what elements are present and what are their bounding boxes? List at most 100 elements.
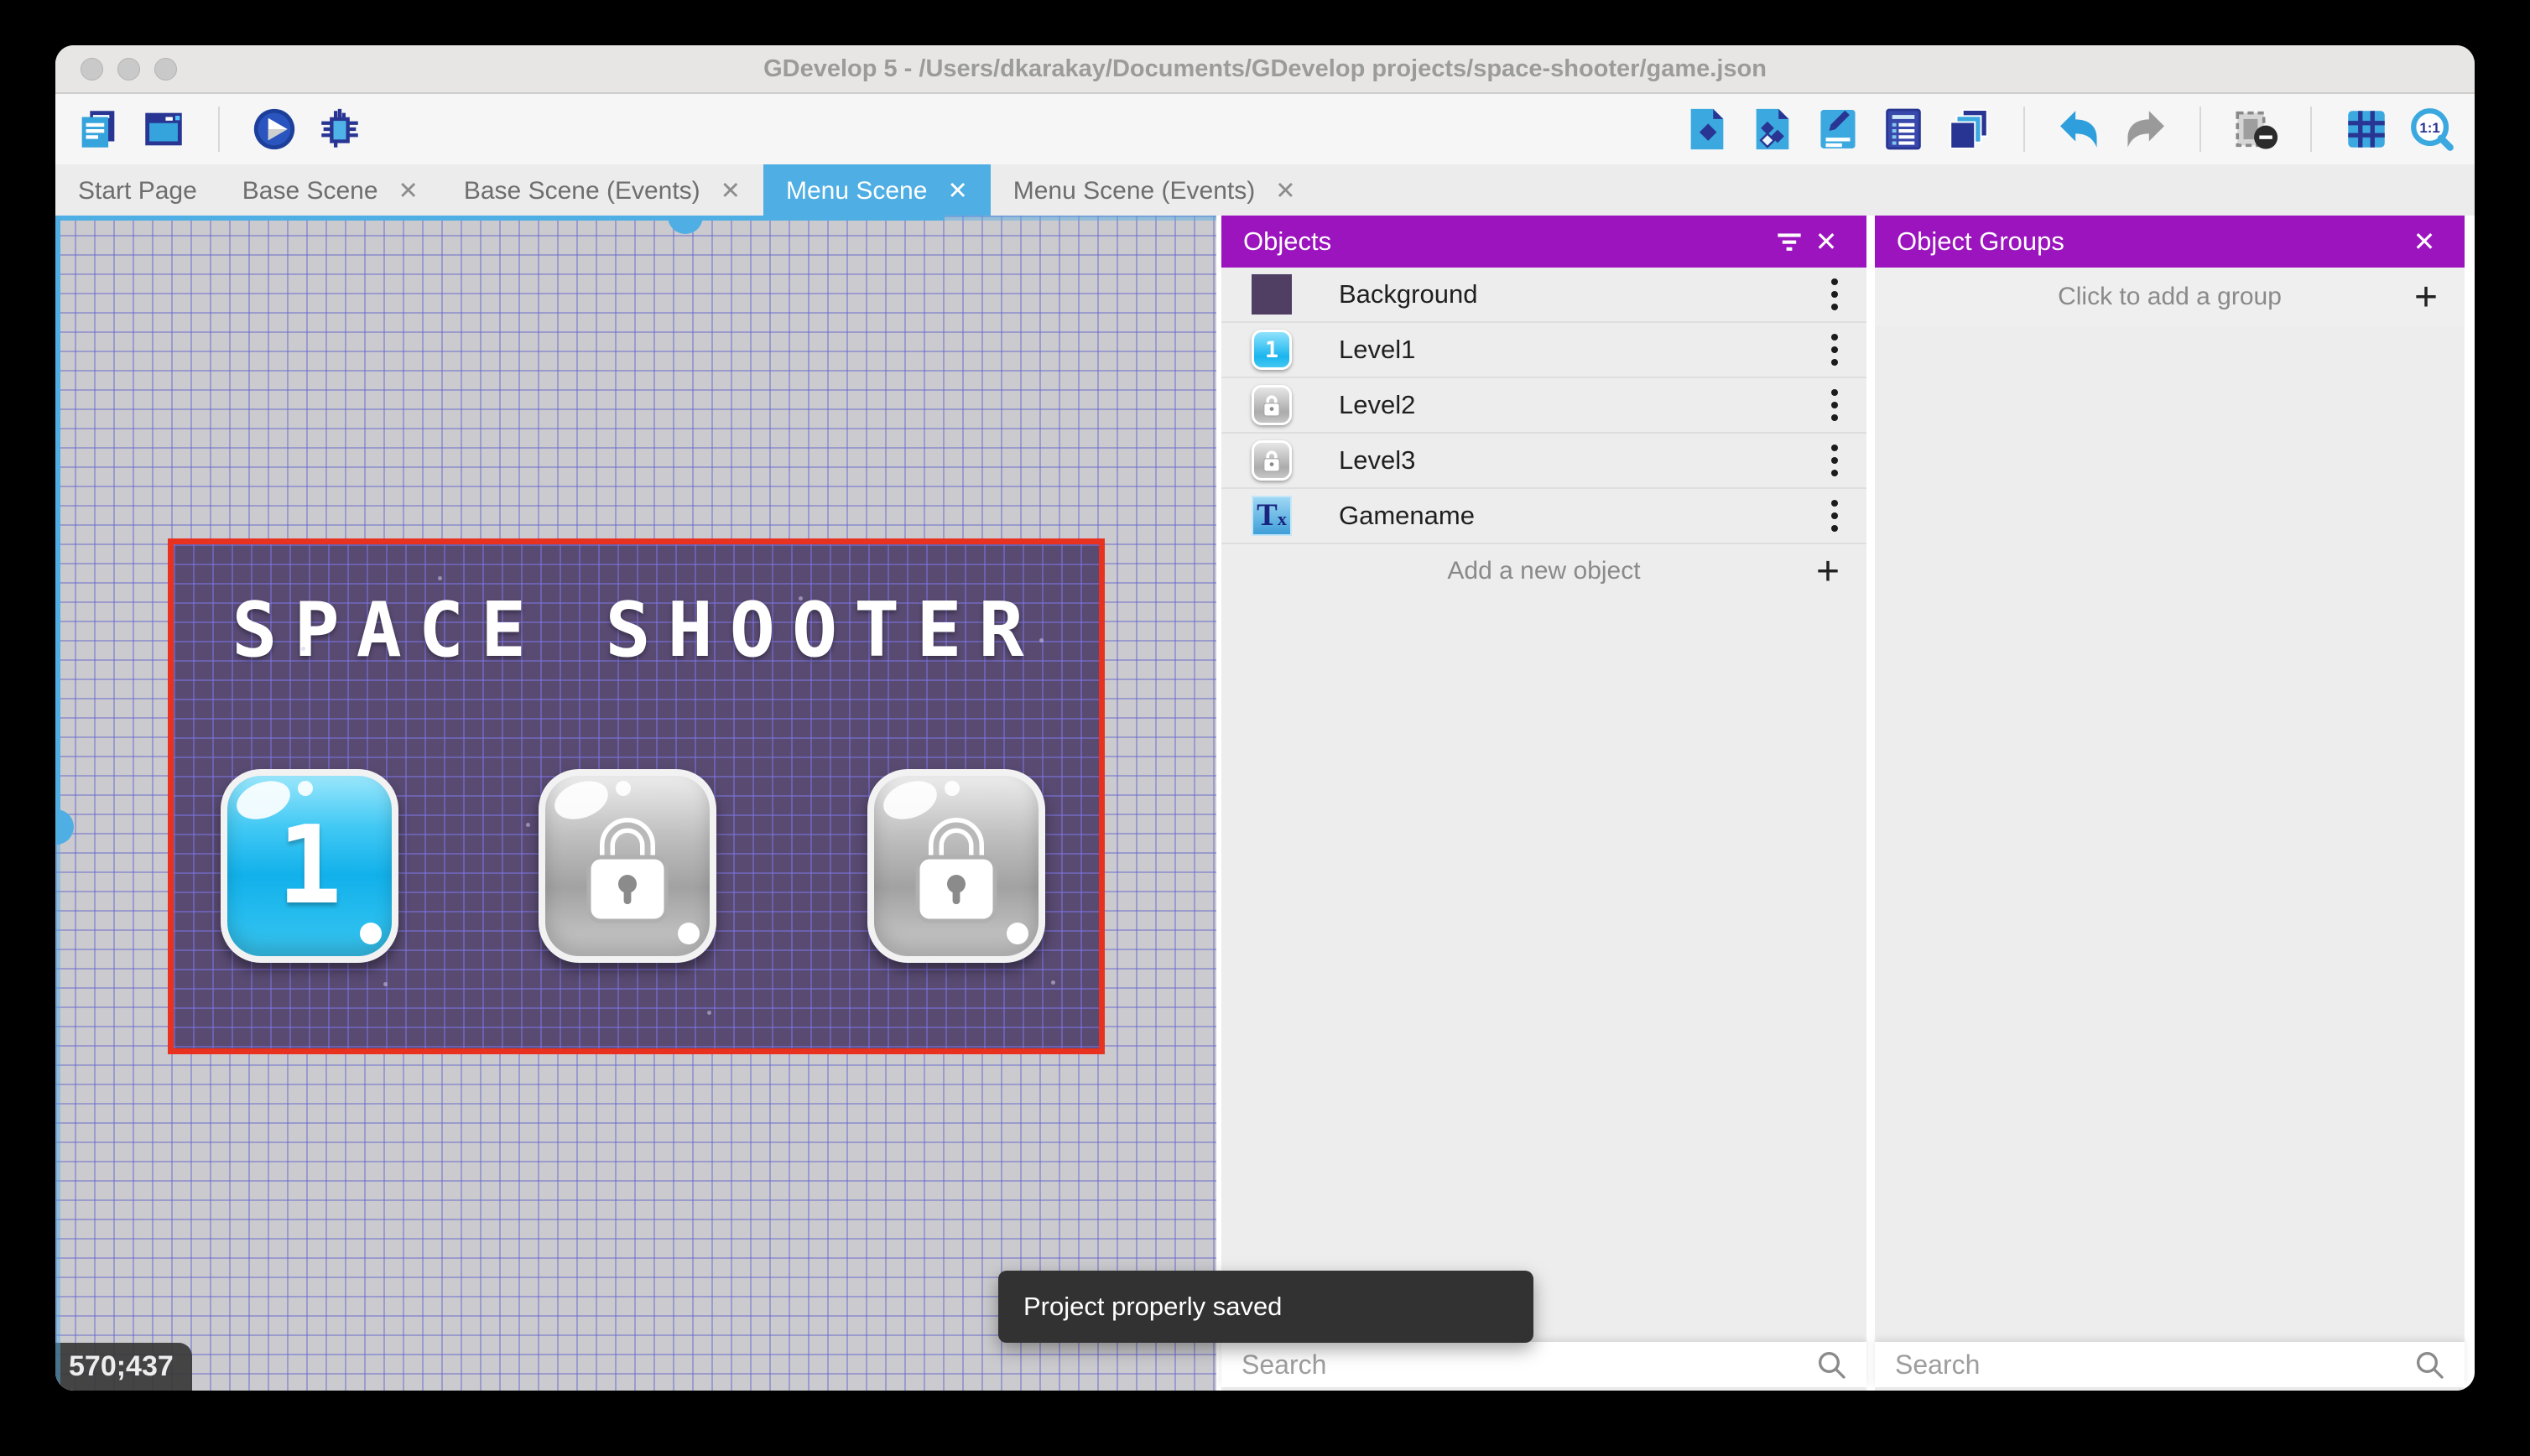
object-menu-icon[interactable] bbox=[1819, 273, 1850, 315]
instances-list-icon[interactable] bbox=[1879, 105, 1928, 153]
toolbar-separator bbox=[2023, 107, 2025, 152]
level2-locked-button-instance[interactable] bbox=[539, 769, 716, 963]
object-name: Background bbox=[1339, 279, 1478, 309]
play-icon[interactable] bbox=[250, 105, 299, 153]
traffic-lights bbox=[81, 58, 177, 81]
plus-icon: + bbox=[1815, 549, 1840, 594]
close-tab-icon[interactable]: ✕ bbox=[398, 176, 419, 205]
object-row-level1[interactable]: 1 Level1 bbox=[1221, 323, 1866, 378]
scene-window-selection[interactable]: SPACE SHOOTER 1 bbox=[168, 538, 1105, 1054]
toolbar-separator bbox=[2310, 107, 2312, 152]
star-decoration bbox=[1039, 638, 1044, 642]
object-row-level2[interactable]: Level2 bbox=[1221, 378, 1866, 434]
padlock-icon bbox=[545, 776, 710, 956]
plus-icon: + bbox=[2413, 274, 2438, 320]
close-panel-icon[interactable]: ✕ bbox=[2406, 226, 2443, 257]
filter-icon[interactable] bbox=[1771, 223, 1808, 260]
locked-button-thumbnail bbox=[1252, 440, 1292, 481]
close-tab-icon[interactable]: ✕ bbox=[1275, 176, 1295, 205]
toolbar-left-group bbox=[74, 105, 364, 153]
objects-panel-icon[interactable] bbox=[1683, 105, 1731, 153]
star-decoration bbox=[707, 1011, 711, 1015]
main-area: SPACE SHOOTER 1 570;437 Objects ✕ Backgr… bbox=[55, 216, 2475, 1391]
search-icon bbox=[1814, 1348, 1848, 1381]
object-name: Level1 bbox=[1339, 335, 1416, 364]
level-number: 1 bbox=[277, 803, 342, 928]
tab-label: Start Page bbox=[78, 176, 197, 205]
level1-button-instance[interactable]: 1 bbox=[221, 769, 398, 963]
level3-locked-button-instance[interactable] bbox=[867, 769, 1045, 963]
object-menu-icon[interactable] bbox=[1819, 495, 1850, 537]
close-tab-icon[interactable]: ✕ bbox=[721, 176, 741, 205]
undo-icon[interactable] bbox=[2055, 105, 2104, 153]
close-tab-icon[interactable]: ✕ bbox=[947, 176, 967, 205]
canvas-top-scrollbar[interactable] bbox=[55, 216, 945, 221]
object-row-level3[interactable]: Level3 bbox=[1221, 434, 1866, 489]
objects-panel-title: Objects bbox=[1243, 226, 1332, 256]
tab-start-page[interactable]: Start Page bbox=[55, 164, 220, 217]
search-icon bbox=[2413, 1348, 2446, 1381]
object-row-gamename[interactable]: Tx Gamename bbox=[1221, 489, 1866, 544]
tab-label: Base Scene (Events) bbox=[463, 176, 700, 205]
scene-editor-canvas[interactable]: SPACE SHOOTER 1 570;437 bbox=[55, 216, 1216, 1391]
layers-icon[interactable] bbox=[1944, 105, 1993, 153]
app-window: GDevelop 5 - /Users/dkarakay/Documents/G… bbox=[55, 45, 2475, 1391]
canvas-left-scrollbar[interactable] bbox=[55, 216, 60, 845]
add-new-object-button[interactable]: Add a new object + bbox=[1221, 544, 1866, 598]
redo-icon[interactable] bbox=[2121, 105, 2169, 153]
project-manager-icon[interactable] bbox=[74, 105, 122, 153]
object-menu-icon[interactable] bbox=[1819, 439, 1850, 481]
horizontal-scroll-handle[interactable] bbox=[668, 216, 703, 234]
object-name: Gamename bbox=[1339, 501, 1475, 530]
star-decoration bbox=[438, 576, 442, 580]
tab-label: Menu Scene bbox=[785, 176, 928, 205]
tab-menu-scene-events[interactable]: Menu Scene (Events) ✕ bbox=[991, 164, 1319, 217]
close-window-button[interactable] bbox=[81, 58, 103, 81]
star-decoration bbox=[526, 823, 530, 827]
tab-label: Menu Scene (Events) bbox=[1013, 176, 1256, 205]
object-name: Level2 bbox=[1339, 390, 1416, 419]
tab-bar: Start Page Base Scene ✕ Base Scene (Even… bbox=[55, 164, 2475, 217]
window-title: GDevelop 5 - /Users/dkarakay/Documents/G… bbox=[763, 55, 1767, 82]
object-groups-panel-header: Object Groups ✕ bbox=[1875, 216, 2465, 268]
properties-icon[interactable] bbox=[1814, 105, 1862, 153]
toast-message: Project properly saved bbox=[1023, 1292, 1283, 1321]
vertical-scroll-handle[interactable] bbox=[55, 809, 74, 845]
toolbar-right-group: 1:1 bbox=[1683, 105, 2456, 153]
star-decoration bbox=[383, 982, 388, 986]
scene-window-icon[interactable] bbox=[139, 105, 188, 153]
add-group-button[interactable]: Click to add a group + bbox=[1875, 268, 2465, 326]
window-mask-icon[interactable] bbox=[2231, 105, 2280, 153]
zoom-1-1-icon[interactable]: 1:1 bbox=[2408, 105, 2456, 153]
tab-menu-scene[interactable]: Menu Scene ✕ bbox=[763, 164, 991, 217]
text-object-thumbnail: Tx bbox=[1252, 496, 1292, 536]
tab-base-scene-events[interactable]: Base Scene (Events) ✕ bbox=[441, 164, 763, 217]
cursor-coordinates-badge: 570;437 bbox=[55, 1343, 192, 1391]
save-toast: Project properly saved bbox=[998, 1271, 1533, 1343]
svg-text:1:1: 1:1 bbox=[2419, 120, 2439, 136]
background-thumbnail bbox=[1252, 274, 1292, 315]
object-row-background[interactable]: Background bbox=[1221, 268, 1866, 323]
canvas-top-scrollbar-track[interactable] bbox=[945, 216, 1216, 221]
objects-panel-header: Objects ✕ bbox=[1221, 216, 1866, 268]
debug-icon[interactable] bbox=[315, 105, 364, 153]
objects-search-input[interactable] bbox=[1240, 1348, 1814, 1381]
grid-icon[interactable] bbox=[2342, 105, 2391, 153]
object-groups-icon[interactable] bbox=[1748, 105, 1797, 153]
minimize-window-button[interactable] bbox=[117, 58, 140, 81]
tab-base-scene[interactable]: Base Scene ✕ bbox=[220, 164, 441, 217]
groups-search-bar bbox=[1875, 1342, 2465, 1387]
zoom-window-button[interactable] bbox=[154, 58, 177, 81]
add-object-label: Add a new object bbox=[1447, 557, 1641, 585]
objects-search-bar bbox=[1221, 1342, 1866, 1387]
locked-button-thumbnail bbox=[1252, 385, 1292, 425]
toolbar: 1:1 bbox=[55, 94, 2475, 164]
object-menu-icon[interactable] bbox=[1819, 384, 1850, 426]
groups-search-input[interactable] bbox=[1893, 1348, 2413, 1381]
canvas-left-scrollbar-track[interactable] bbox=[55, 845, 60, 1391]
toolbar-separator bbox=[2199, 107, 2201, 152]
game-title-text-object[interactable]: SPACE SHOOTER bbox=[174, 586, 1099, 674]
close-panel-icon[interactable]: ✕ bbox=[1808, 226, 1845, 257]
object-menu-icon[interactable] bbox=[1819, 329, 1850, 371]
add-group-label: Click to add a group bbox=[2058, 283, 2282, 310]
